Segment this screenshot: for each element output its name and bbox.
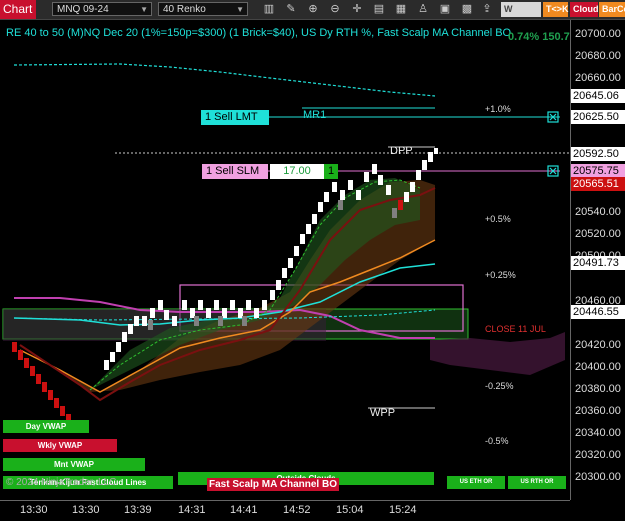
y-tick-label: 20360.00 <box>575 405 621 417</box>
sell-slm-order[interactable]: 1 Sell SLM <box>202 164 268 179</box>
y-tick-label: 20520.00 <box>575 228 621 240</box>
zoom-out-icon[interactable]: ⊖ <box>328 3 342 16</box>
slm-qty-box[interactable]: 1 <box>324 164 338 179</box>
sell-lmt-order[interactable]: 1 Sell LMT <box>201 110 269 125</box>
x-tick-label: 13:30 <box>20 504 48 516</box>
x-tick-label: 14:31 <box>178 504 206 516</box>
wkly-vwap-button[interactable]: Wkly VWAP <box>3 439 117 452</box>
mr1-label: MR1 <box>303 109 327 121</box>
price-marker: 20625.50 <box>571 110 625 124</box>
draw-icon[interactable]: ✎ <box>284 3 298 16</box>
data-box-icon[interactable]: ▣ <box>438 3 452 16</box>
price-axis[interactable]: 20700.00 20680.00 20660.00 20540.00 2052… <box>570 20 625 500</box>
y-tick-label: 20420.00 <box>575 339 621 351</box>
x-tick-label: 13:30 <box>72 504 100 516</box>
barcolor-toggle-button[interactable]: BarCo <box>599 2 625 17</box>
share-icon[interactable]: ⇪ <box>480 3 494 16</box>
x-tick-label: 15:24 <box>389 504 417 516</box>
fast-scalp-button[interactable]: Fast Scalp MA Channel BO <box>207 478 339 491</box>
y-tick-label: 20340.00 <box>575 427 621 439</box>
price-marker: 20491.73 <box>571 256 625 270</box>
close-level-label: CLOSE 11 JUL <box>485 324 546 334</box>
chart-toolbar: Chart MNQ 09-24 ▼ 40 Renko ▼ ▥ ✎ ⊕ ⊖ ✛ ▤… <box>0 0 625 29</box>
template-icon[interactable]: ▦ <box>394 3 408 16</box>
tk-toggle-button[interactable]: T<>K <box>543 2 569 17</box>
price-marker: 20592.50 <box>571 147 625 161</box>
price-marker: 20575.75 <box>571 164 625 178</box>
pct-level-label: +1.0% <box>485 104 511 114</box>
day-vwap-button[interactable]: Day VWAP <box>3 420 89 433</box>
slm-price-box[interactable]: 17.00 <box>270 164 324 179</box>
chevron-down-icon: ▼ <box>236 5 244 14</box>
cyan-dashed-upper <box>13 63 436 97</box>
pct-level-label: +0.5% <box>485 214 511 224</box>
us-rth-or-button[interactable]: US RTH OR <box>508 476 566 489</box>
pct-level-label: +0.25% <box>485 270 516 280</box>
chevron-down-icon: ▼ <box>140 5 148 14</box>
chart-plot-area[interactable]: Day VWAP Wkly VWAP Mnt VWAP Tenkan-Kijun… <box>0 20 570 500</box>
properties-icon[interactable]: ▤ <box>372 3 386 16</box>
mnt-vwap-button[interactable]: Mnt VWAP <box>3 458 145 471</box>
y-tick-label: 20680.00 <box>575 50 621 62</box>
y-tick-label: 20320.00 <box>575 449 621 461</box>
x-tick-label: 15:04 <box>336 504 364 516</box>
y-tick-label: 20700.00 <box>575 28 621 40</box>
grid-icon[interactable]: ▩ <box>460 3 474 16</box>
cloud-toggle-button[interactable]: Cloud <box>570 2 599 17</box>
us-eth-or-button[interactable]: US ETH OR <box>447 476 505 489</box>
y-tick-label: 20540.00 <box>575 206 621 218</box>
price-marker: 20645.06 <box>571 89 625 103</box>
bar-type-select[interactable]: 40 Renko ▼ <box>158 2 248 16</box>
time-axis[interactable]: 13:30 13:30 13:39 14:31 14:41 14:52 15:0… <box>0 500 570 521</box>
chart-title: RE 40 to 50 (M)NQ Dec 20 (1%=150p=$300) … <box>6 27 512 39</box>
y-tick-label: 20380.00 <box>575 383 621 395</box>
wpp-label: WPP <box>370 407 396 419</box>
bar-style-icon[interactable]: ▥ <box>262 3 276 16</box>
zoom-in-icon[interactable]: ⊕ <box>306 3 320 16</box>
y-tick-label: 20660.00 <box>575 72 621 84</box>
copyright-text: © 2024 NinjaTrader, LLC <box>6 477 117 488</box>
y-tick-label: 20300.00 <box>575 471 621 483</box>
instrument-label: MNQ 09-24 <box>57 4 109 15</box>
strategy-icon[interactable]: ♙ <box>416 3 430 16</box>
instrument-select[interactable]: MNQ 09-24 ▼ <box>52 2 152 16</box>
pct-level-label: -0.25% <box>485 381 514 391</box>
x-tick-label: 14:52 <box>283 504 311 516</box>
dpp-label: DPP <box>390 145 413 157</box>
price-marker: 20446.55 <box>571 305 625 319</box>
chart-tab[interactable]: Chart <box>0 0 36 19</box>
price-marker: 20565.51 <box>571 177 625 191</box>
x-tick-label: 13:39 <box>124 504 152 516</box>
cursor-icon[interactable]: ✛ <box>350 3 364 16</box>
pct-level-label: -0.5% <box>485 436 509 446</box>
y-tick-label: 20400.00 <box>575 361 621 373</box>
bar-type-label: 40 Renko <box>163 4 206 15</box>
corner-price-change: 0.74% 150.75 <box>508 31 576 43</box>
vwap-toggle-button[interactable]: W VWAP <box>501 2 541 29</box>
x-tick-label: 14:41 <box>230 504 258 516</box>
